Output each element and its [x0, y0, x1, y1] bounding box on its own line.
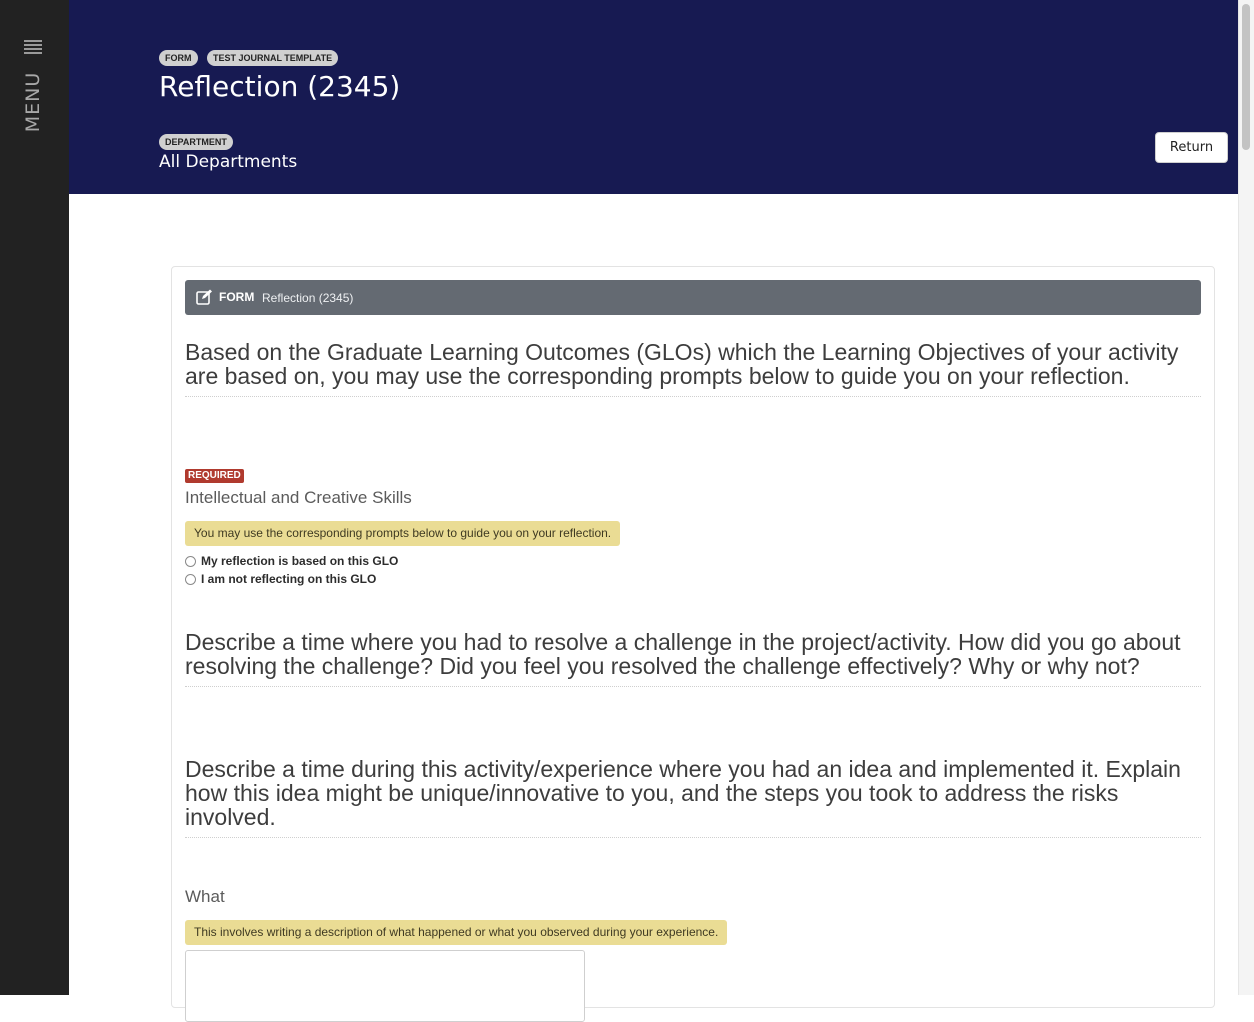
header-tags: FORM TEST JOURNAL TEMPLATE — [159, 48, 343, 66]
return-button[interactable]: Return — [1155, 132, 1228, 163]
radio-button[interactable] — [185, 555, 196, 567]
required-badge: REQUIRED — [185, 469, 244, 483]
tag-template: TEST JOURNAL TEMPLATE — [206, 50, 339, 66]
glo-label: Intellectual and Creative Skills — [185, 488, 412, 507]
prompt-challenge: Describe a time where you had to resolve… — [185, 630, 1201, 687]
radio-label[interactable]: I am not reflecting on this GLO — [201, 572, 376, 586]
tag-form: FORM — [159, 50, 198, 66]
radio-based-on-glo[interactable]: My reflection is based on this GLO — [185, 554, 398, 568]
hamburger-icon[interactable] — [24, 40, 42, 56]
menu-label[interactable]: MENU — [22, 72, 44, 133]
department-label: DEPARTMENT — [159, 134, 233, 150]
page-scrollbar[interactable] — [1238, 0, 1254, 995]
form-name: Reflection (2345) — [262, 291, 354, 305]
page-header: FORM TEST JOURNAL TEMPLATE Reflection (2… — [69, 0, 1238, 194]
page-title: Reflection (2345) — [159, 70, 401, 103]
form-kind-label: FORM — [219, 290, 255, 304]
radio-button[interactable] — [185, 573, 196, 585]
prompt-idea: Describe a time during this activity/exp… — [185, 757, 1201, 838]
glo-hint: You may use the corresponding prompts be… — [185, 521, 621, 546]
form-card: FORM Reflection (2345) Based on the Grad… — [171, 266, 1215, 1022]
what-answer-textarea[interactable] — [185, 950, 585, 1022]
form-title-bar: FORM Reflection (2345) — [185, 280, 1201, 315]
what-hint: This involves writing a description of w… — [185, 920, 728, 945]
edit-icon — [196, 289, 212, 305]
intro-heading: Based on the Graduate Learning Outcomes … — [185, 340, 1201, 397]
department-value: All Departments — [159, 152, 298, 172]
scrollbar-thumb[interactable] — [1242, 4, 1250, 150]
side-menu-rail: MENU — [0, 0, 69, 995]
what-label: What — [185, 887, 225, 906]
radio-not-reflecting[interactable]: I am not reflecting on this GLO — [185, 572, 376, 586]
radio-label[interactable]: My reflection is based on this GLO — [201, 554, 398, 568]
